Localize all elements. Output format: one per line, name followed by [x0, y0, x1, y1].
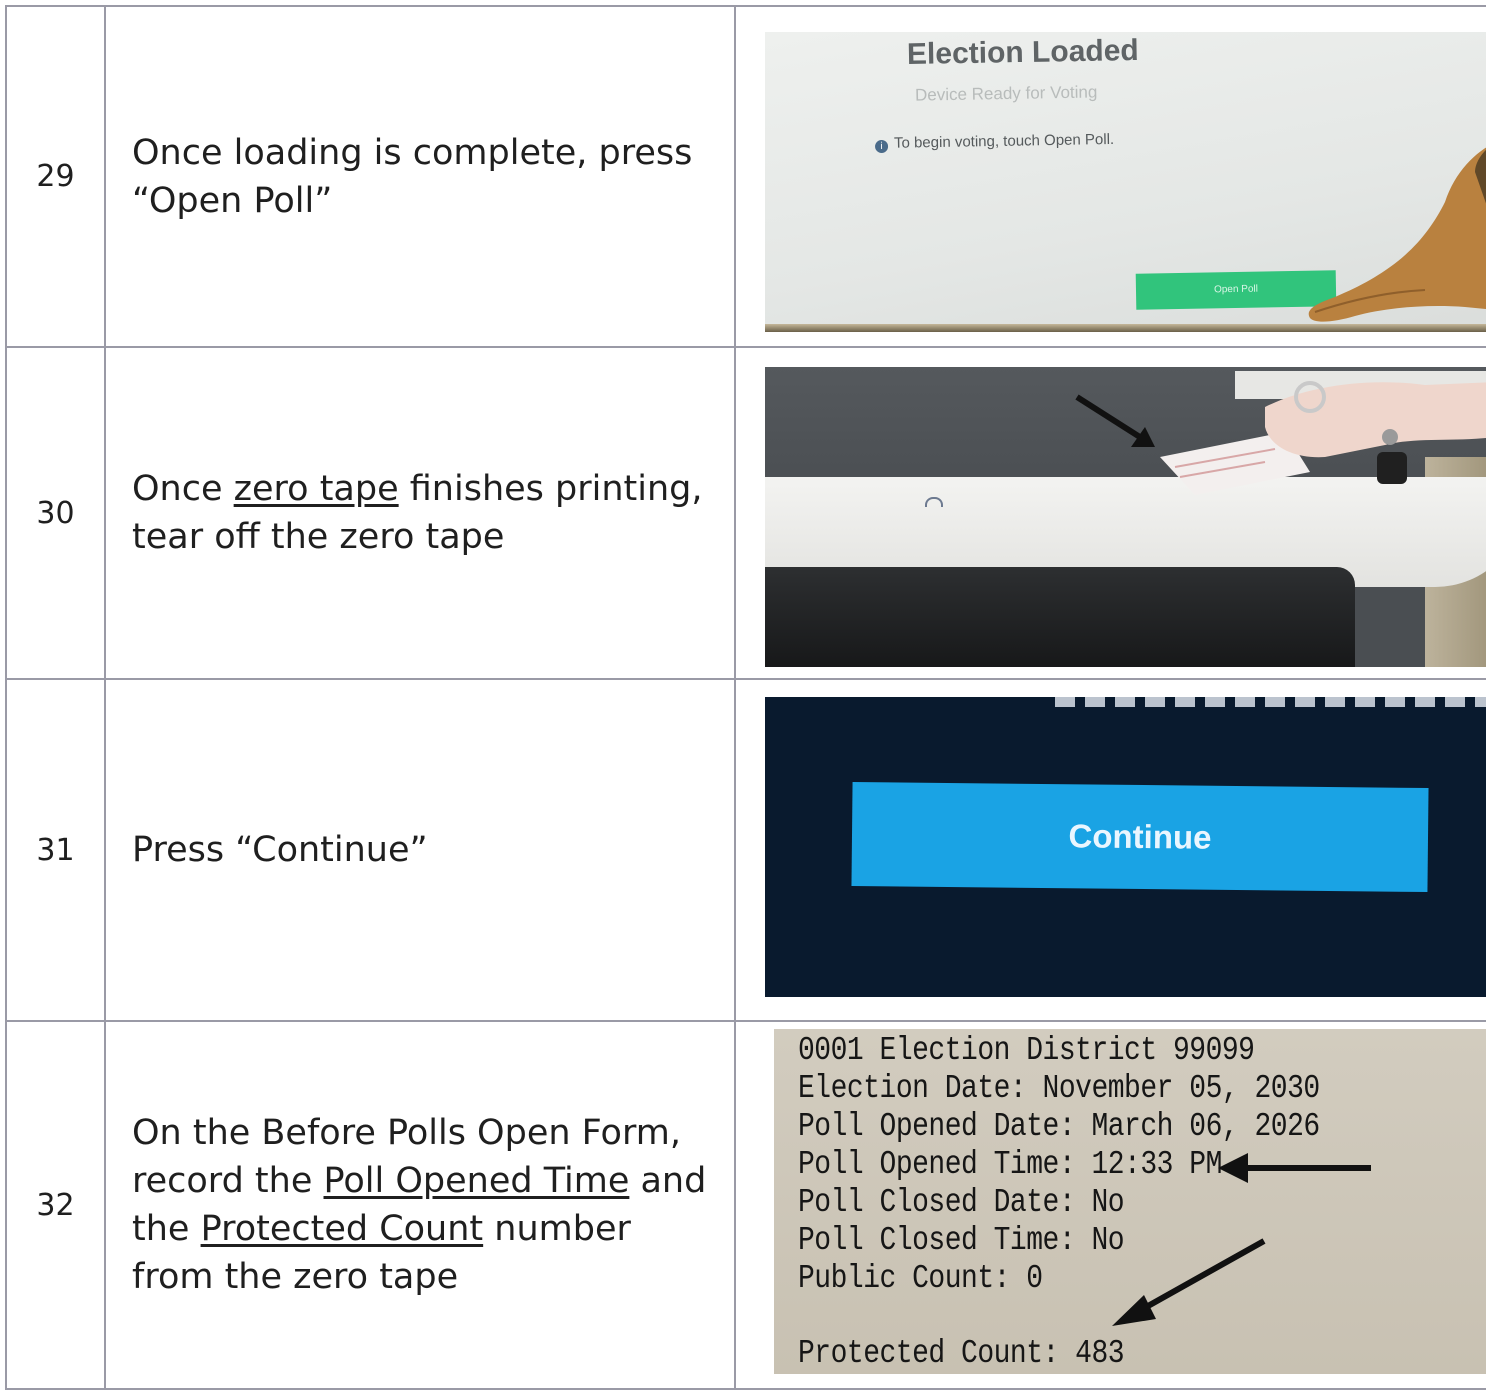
step-row: 31 Press “Continue” Continue	[5, 678, 1486, 1022]
step-number: 32	[5, 1020, 106, 1390]
step-image-cell: Election Loaded Device Ready for Voting …	[734, 5, 1486, 348]
step-number: 31	[5, 678, 106, 1022]
election-loaded-photo: Election Loaded Device Ready for Voting …	[765, 32, 1486, 332]
steps-table: 29 Once loading is complete, press “Open…	[5, 5, 1486, 1390]
info-icon: i	[874, 139, 889, 154]
step-image-cell: Continue	[734, 678, 1486, 1022]
step-image-cell	[734, 346, 1486, 680]
photo-cut-off-text	[1055, 697, 1486, 707]
poll-opened-time-term: Poll Opened Time	[323, 1161, 630, 1201]
photo-screen-info-text: To begin voting, touch Open Poll.	[893, 130, 1115, 152]
step-instruction: Press “Continue”	[104, 678, 736, 1022]
step-instruction: Once zero tape finishes printing, tear o…	[104, 346, 736, 680]
photo-screen-info: i To begin voting, touch Open Poll.	[874, 130, 1115, 154]
pointing-hand-icon	[1308, 147, 1486, 322]
step-number: 30	[5, 346, 106, 680]
step-instruction: Once loading is complete, press “Open Po…	[104, 5, 736, 348]
arrow-icon	[1112, 1238, 1266, 1326]
step-row: 29 Once loading is complete, press “Open…	[5, 5, 1486, 348]
photo-screen-subtitle: Device Ready for Voting	[914, 82, 1098, 105]
step-instruction: On the Before Polls Open Form, record th…	[104, 1020, 736, 1390]
printer-tape-photo	[765, 367, 1486, 667]
step-row: 30 Once zero tape finishes printing, tea…	[5, 346, 1486, 680]
step-number: 29	[5, 5, 106, 348]
continue-screen-photo: Continue	[765, 697, 1486, 997]
photo-continue-button: Continue	[851, 781, 1429, 893]
photo-screen-bezel	[765, 324, 1486, 332]
zero-tape-term: zero tape	[233, 469, 399, 509]
zero-tape-photo: 0001 Election District 99099 Election Da…	[774, 1029, 1486, 1374]
step-text: Once	[132, 469, 234, 509]
step-image-cell: 0001 Election District 99099 Election Da…	[734, 1020, 1486, 1390]
photo-screen-title: Election Loaded	[906, 33, 1139, 72]
arrow-icon	[1075, 394, 1155, 447]
protected-count-term: Protected Count	[200, 1209, 484, 1249]
step-row: 32 On the Before Polls Open Form, record…	[5, 1020, 1486, 1390]
